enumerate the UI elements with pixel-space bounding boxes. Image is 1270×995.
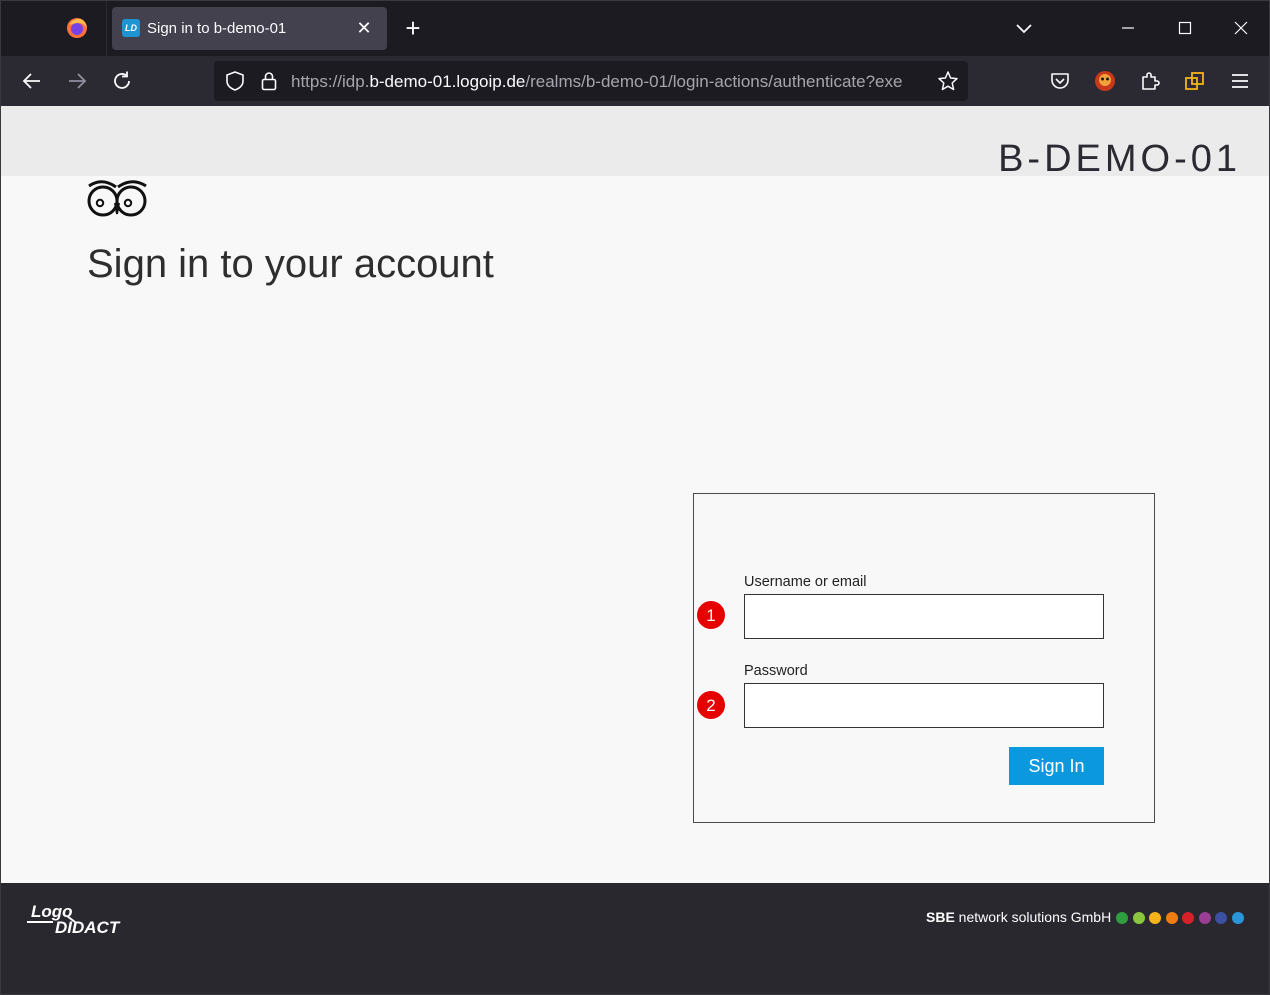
firefox-icon[interactable] [65,16,89,40]
close-tab-icon[interactable]: ✕ [353,17,375,39]
bookmark-star-icon[interactable] [937,70,959,92]
url-prefix: https://idp. [291,72,370,91]
owl-logo-icon [87,180,147,217]
brand-dot-6 [1198,912,1211,924]
brand-dot-5 [1182,912,1194,924]
url-host: b-demo-01.logoip.de [369,72,526,91]
shield-icon[interactable] [224,70,246,92]
lock-icon[interactable] [258,70,280,92]
brand-color-dots [1116,911,1248,924]
forward-arrow-icon[interactable] [65,69,89,93]
company-name: SBE network solutions GmbH [926,909,1111,925]
page-title: Sign in to your account [87,242,494,286]
url-path: /realms/b-demo-01/login-actions/authenti… [525,72,903,91]
brand-dot-1 [1116,912,1128,924]
brand-dot-2 [1132,912,1145,924]
svg-text:DIDACT: DIDACT [55,918,121,936]
callout-marker-2: 2 [696,690,726,720]
tab-title: Sign in to b-demo-01 [147,20,287,37]
callout-marker-1: 1 [696,600,726,630]
tab-strip: LD Sign in to b-demo-01 ✕ + [1,1,1269,56]
navigation-toolbar: https://idp.b-demo-01.logoip.de/realms/b… [1,56,1269,107]
brand-dot-4 [1165,912,1178,924]
multi-account-containers-icon[interactable] [1183,69,1207,93]
account-avatar-icon[interactable] [1093,69,1117,93]
login-form: Username or email 1 Password 2 Sign In [693,493,1155,823]
logodidact-favicon-icon: LD [122,19,140,37]
url-text[interactable]: https://idp.b-demo-01.logoip.de/realms/b… [291,72,931,92]
company-name-bold: SBE [926,909,955,925]
tab-separator [106,1,107,56]
hamburger-menu-icon[interactable] [1228,69,1252,93]
url-bar[interactable]: https://idp.b-demo-01.logoip.de/realms/b… [214,61,968,101]
reload-icon[interactable] [110,69,134,93]
password-label: Password [744,663,808,679]
back-arrow-icon[interactable] [20,69,44,93]
password-input[interactable] [744,683,1104,728]
logodidact-logo: Logo DIDACT [27,902,121,936]
username-label: Username or email [744,574,867,590]
realm-name: B-DEMO-01 [998,138,1241,180]
company-name-rest: network solutions GmbH [954,909,1112,925]
new-tab-plus-icon[interactable]: + [401,15,425,41]
tab-active[interactable]: LD Sign in to b-demo-01 ✕ [112,7,387,50]
username-input[interactable] [744,594,1104,639]
extensions-puzzle-icon[interactable] [1138,69,1162,93]
page-header: B-DEMO-01 [1,106,1269,180]
brand-dot-8 [1231,912,1244,924]
maximize-icon[interactable] [1172,15,1198,41]
pocket-icon[interactable] [1048,69,1072,93]
brand-dot-3 [1149,912,1161,924]
window-close-icon[interactable] [1228,15,1254,41]
brand-dot-7 [1215,912,1227,924]
page-footer: Logo DIDACT SBE network solutions GmbH [1,883,1269,994]
chevron-down-icon[interactable] [1013,17,1035,39]
sign-in-button[interactable]: Sign In [1009,747,1104,785]
minimize-icon[interactable] [1115,15,1141,41]
page-content: B-DEMO-01 Sign in to your account Userna… [1,106,1269,883]
